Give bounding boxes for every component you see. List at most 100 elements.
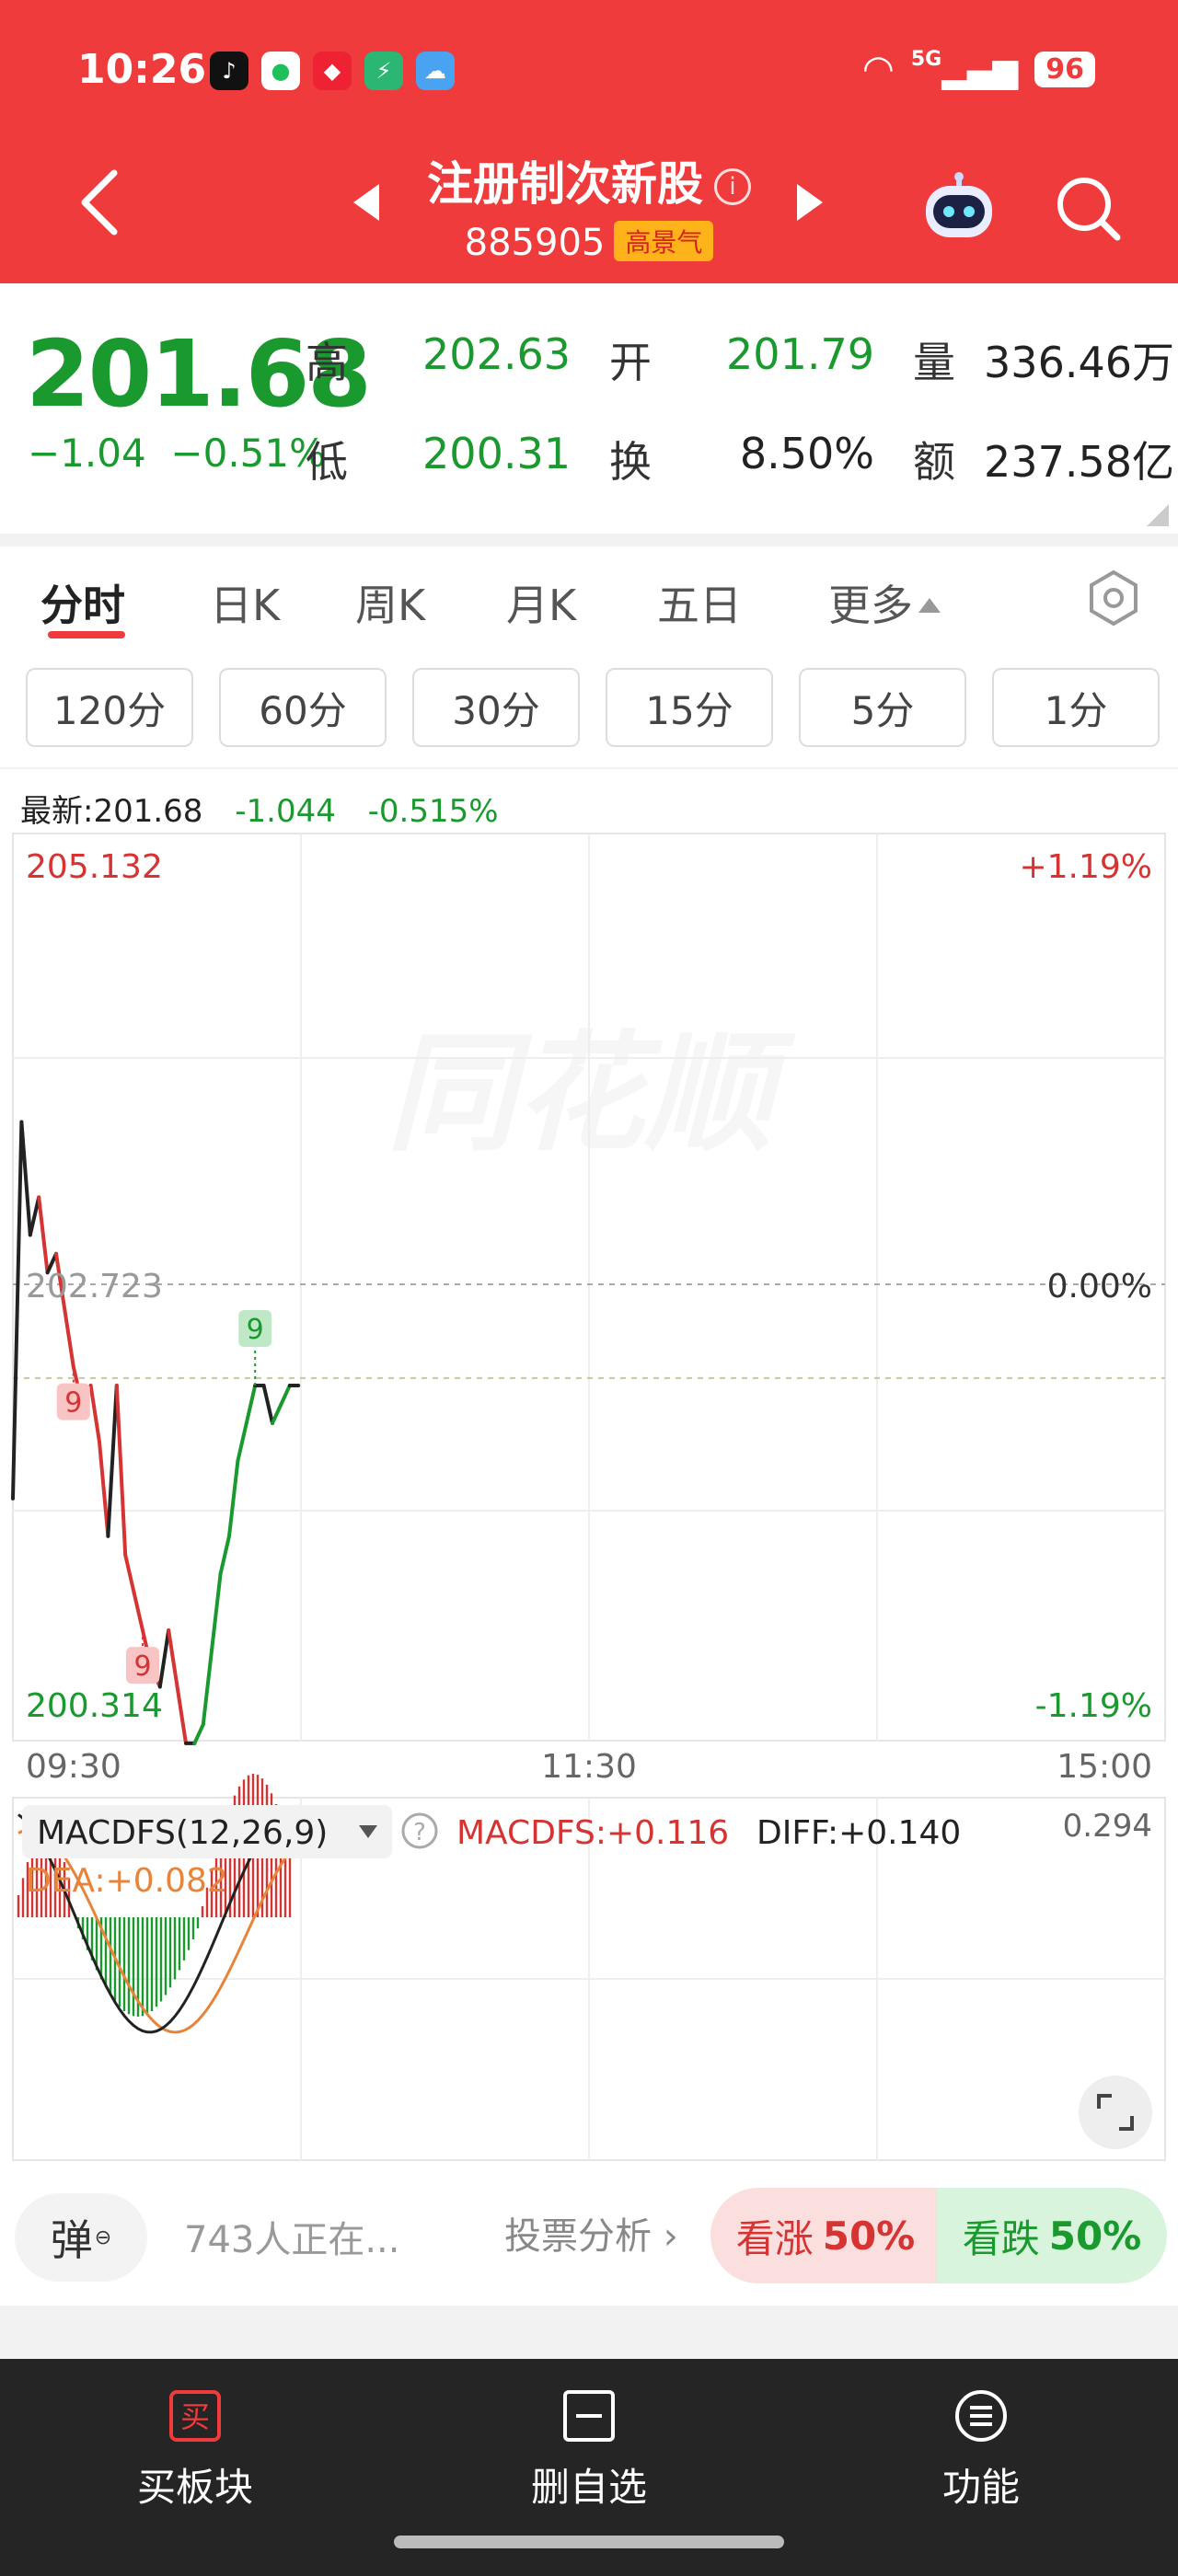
settings-icon[interactable]	[1084, 569, 1143, 627]
price-segment	[11, 1120, 24, 1501]
price-segment	[106, 1384, 119, 1538]
tab-intraday[interactable]: 分时	[40, 572, 125, 633]
price-segment	[175, 1685, 188, 1745]
code-row: 885905 高景气	[0, 221, 1178, 264]
interval-120m-button[interactable]: 120分	[26, 668, 193, 747]
shield-icon: ⚡	[364, 52, 403, 90]
viewer-count[interactable]: 743人正在...	[184, 2210, 400, 2263]
price-segment	[157, 1628, 171, 1689]
buy-sector-button[interactable]: 买 买板块	[75, 2386, 315, 2513]
page-title: 注册制次新股	[427, 157, 703, 211]
price-segment	[19, 1120, 32, 1237]
tab-more[interactable]: 更多	[828, 572, 941, 633]
price-segment	[98, 1440, 110, 1538]
remove-watchlist-button[interactable]: 删自选	[469, 2386, 709, 2513]
app-icon: ◆	[313, 52, 352, 90]
macdfs-value: MACDFS:+0.116	[456, 1814, 729, 1852]
vote-bearish-button[interactable]: 看跌 50%	[937, 2188, 1167, 2283]
interval-1m-button[interactable]: 1分	[992, 668, 1160, 747]
price-segment	[123, 1553, 136, 1595]
intraday-chart[interactable]: 最新:201.68 -1.044 -0.515% 同花顺 999	[0, 769, 1178, 2177]
y-max-label: 205.132	[26, 848, 163, 886]
price-segment	[271, 1402, 283, 1425]
search-icon[interactable]	[1051, 171, 1125, 245]
pct-max-label: +1.19%	[1019, 848, 1152, 886]
y-min-label: 200.314	[26, 1687, 163, 1725]
tab-weekly-k[interactable]: 周K	[355, 572, 425, 633]
price-segment	[227, 1458, 240, 1538]
info-icon[interactable]: i	[714, 168, 751, 205]
tab-more-label: 更多	[828, 581, 913, 630]
functions-button[interactable]: 功能	[861, 2386, 1101, 2513]
message-icon: ●	[261, 52, 300, 90]
tab-daily-k[interactable]: 日K	[210, 572, 280, 633]
macd-scale-label: 0.294	[1063, 1808, 1152, 1845]
tab-monthly-k[interactable]: 月K	[506, 572, 576, 633]
price-segment	[114, 1384, 128, 1558]
danmu-button[interactable]: 弹 ⊖	[15, 2193, 147, 2282]
title-row: 注册制次新股 i	[0, 147, 1178, 213]
interval-30m-button[interactable]: 30分	[412, 668, 580, 747]
interval-60m-button[interactable]: 60分	[219, 668, 387, 747]
price-segment	[218, 1534, 231, 1576]
price-segment	[132, 1591, 144, 1633]
page: 10:26 ♪ ● ◆ ⚡ ☁ ◠ 5G▂▄▆ 96 注册制次新股 i 88590…	[0, 0, 1178, 2576]
macd-name: MACDFS(12,26,9)	[37, 1814, 328, 1852]
functions-label: 功能	[941, 2465, 1020, 2510]
bear-percent: 50%	[1048, 2213, 1142, 2259]
high-label: 高	[306, 338, 348, 387]
change-value: −1.04	[28, 431, 146, 476]
status-badge[interactable]: 高景气	[614, 221, 714, 261]
turnover-label: 换	[609, 437, 652, 487]
bull-percent: 50%	[822, 2213, 916, 2259]
y-mid-label: 202.723	[26, 1268, 163, 1305]
vote-bullish-button[interactable]: 看涨 50%	[710, 2188, 941, 2283]
tab-five-day[interactable]: 五日	[657, 572, 742, 633]
fullscreen-button[interactable]	[1079, 2076, 1152, 2149]
robot-assistant-icon[interactable]	[920, 167, 998, 241]
price-segment	[28, 1195, 41, 1237]
low-value: 200.31	[422, 429, 571, 478]
remove-icon	[563, 2390, 615, 2442]
x-label-close: 15:00	[1057, 1748, 1152, 1786]
volume-value: 336.46万	[984, 338, 1174, 387]
menu-icon	[955, 2390, 1007, 2442]
price-segment	[279, 1384, 292, 1407]
active-tab-indicator	[48, 631, 125, 638]
expand-corner-icon[interactable]	[1147, 504, 1169, 526]
svg-text:买: 买	[180, 2399, 210, 2434]
buy-sector-label: 买板块	[136, 2465, 253, 2510]
bull-label: 看涨	[735, 2215, 814, 2261]
price-segment	[244, 1384, 258, 1425]
system-icons: ◠ 5G▂▄▆ 96	[862, 48, 1095, 90]
price-segment	[236, 1420, 248, 1463]
bear-label: 看跌	[962, 2215, 1040, 2261]
tiktok-icon: ♪	[210, 52, 248, 90]
interval-15m-button[interactable]: 15分	[606, 668, 773, 747]
vote-analysis-link[interactable]: 投票分析 ›	[504, 2206, 678, 2260]
price-segment	[261, 1384, 274, 1425]
open-value: 201.79	[726, 329, 874, 379]
diff-value: DIFF:+0.140	[756, 1814, 961, 1852]
period-tabs: 分时 日K 周K 月K 五日 更多 120分 60分 30分 15分 5分 1分	[0, 546, 1178, 767]
pct-mid-label: 0.00%	[1047, 1268, 1152, 1305]
help-icon-glyph: ?	[413, 1819, 426, 1846]
x-label-open: 09:30	[26, 1748, 121, 1786]
buy-icon: 买	[169, 2390, 221, 2442]
quote-panel: 201.68 −1.04 −0.51% 高 202.63 开 201.79 量 …	[0, 283, 1178, 534]
caret-up-icon	[918, 598, 941, 613]
amount-label: 额	[913, 437, 955, 487]
signal-label: 9	[64, 1387, 82, 1420]
price-change: −1.04 −0.51%	[28, 431, 326, 476]
interval-5m-button[interactable]: 5分	[799, 668, 966, 747]
wifi-icon: ◠	[861, 48, 895, 90]
home-indicator[interactable]	[394, 2536, 784, 2548]
volume-label: 量	[913, 338, 955, 387]
next-stock-icon[interactable]	[797, 184, 823, 221]
danmu-label: 弹	[50, 2215, 93, 2265]
header: 10:26 ♪ ● ◆ ⚡ ☁ ◠ 5G▂▄▆ 96 注册制次新股 i 88590…	[0, 0, 1178, 283]
x-label-noon: 11:30	[541, 1748, 637, 1786]
amount-value: 237.58亿	[984, 437, 1174, 487]
status-bar: 10:26 ♪ ● ◆ ⚡ ☁ ◠ 5G▂▄▆ 96	[0, 0, 1178, 138]
pct-min-label: -1.19%	[1035, 1687, 1152, 1725]
